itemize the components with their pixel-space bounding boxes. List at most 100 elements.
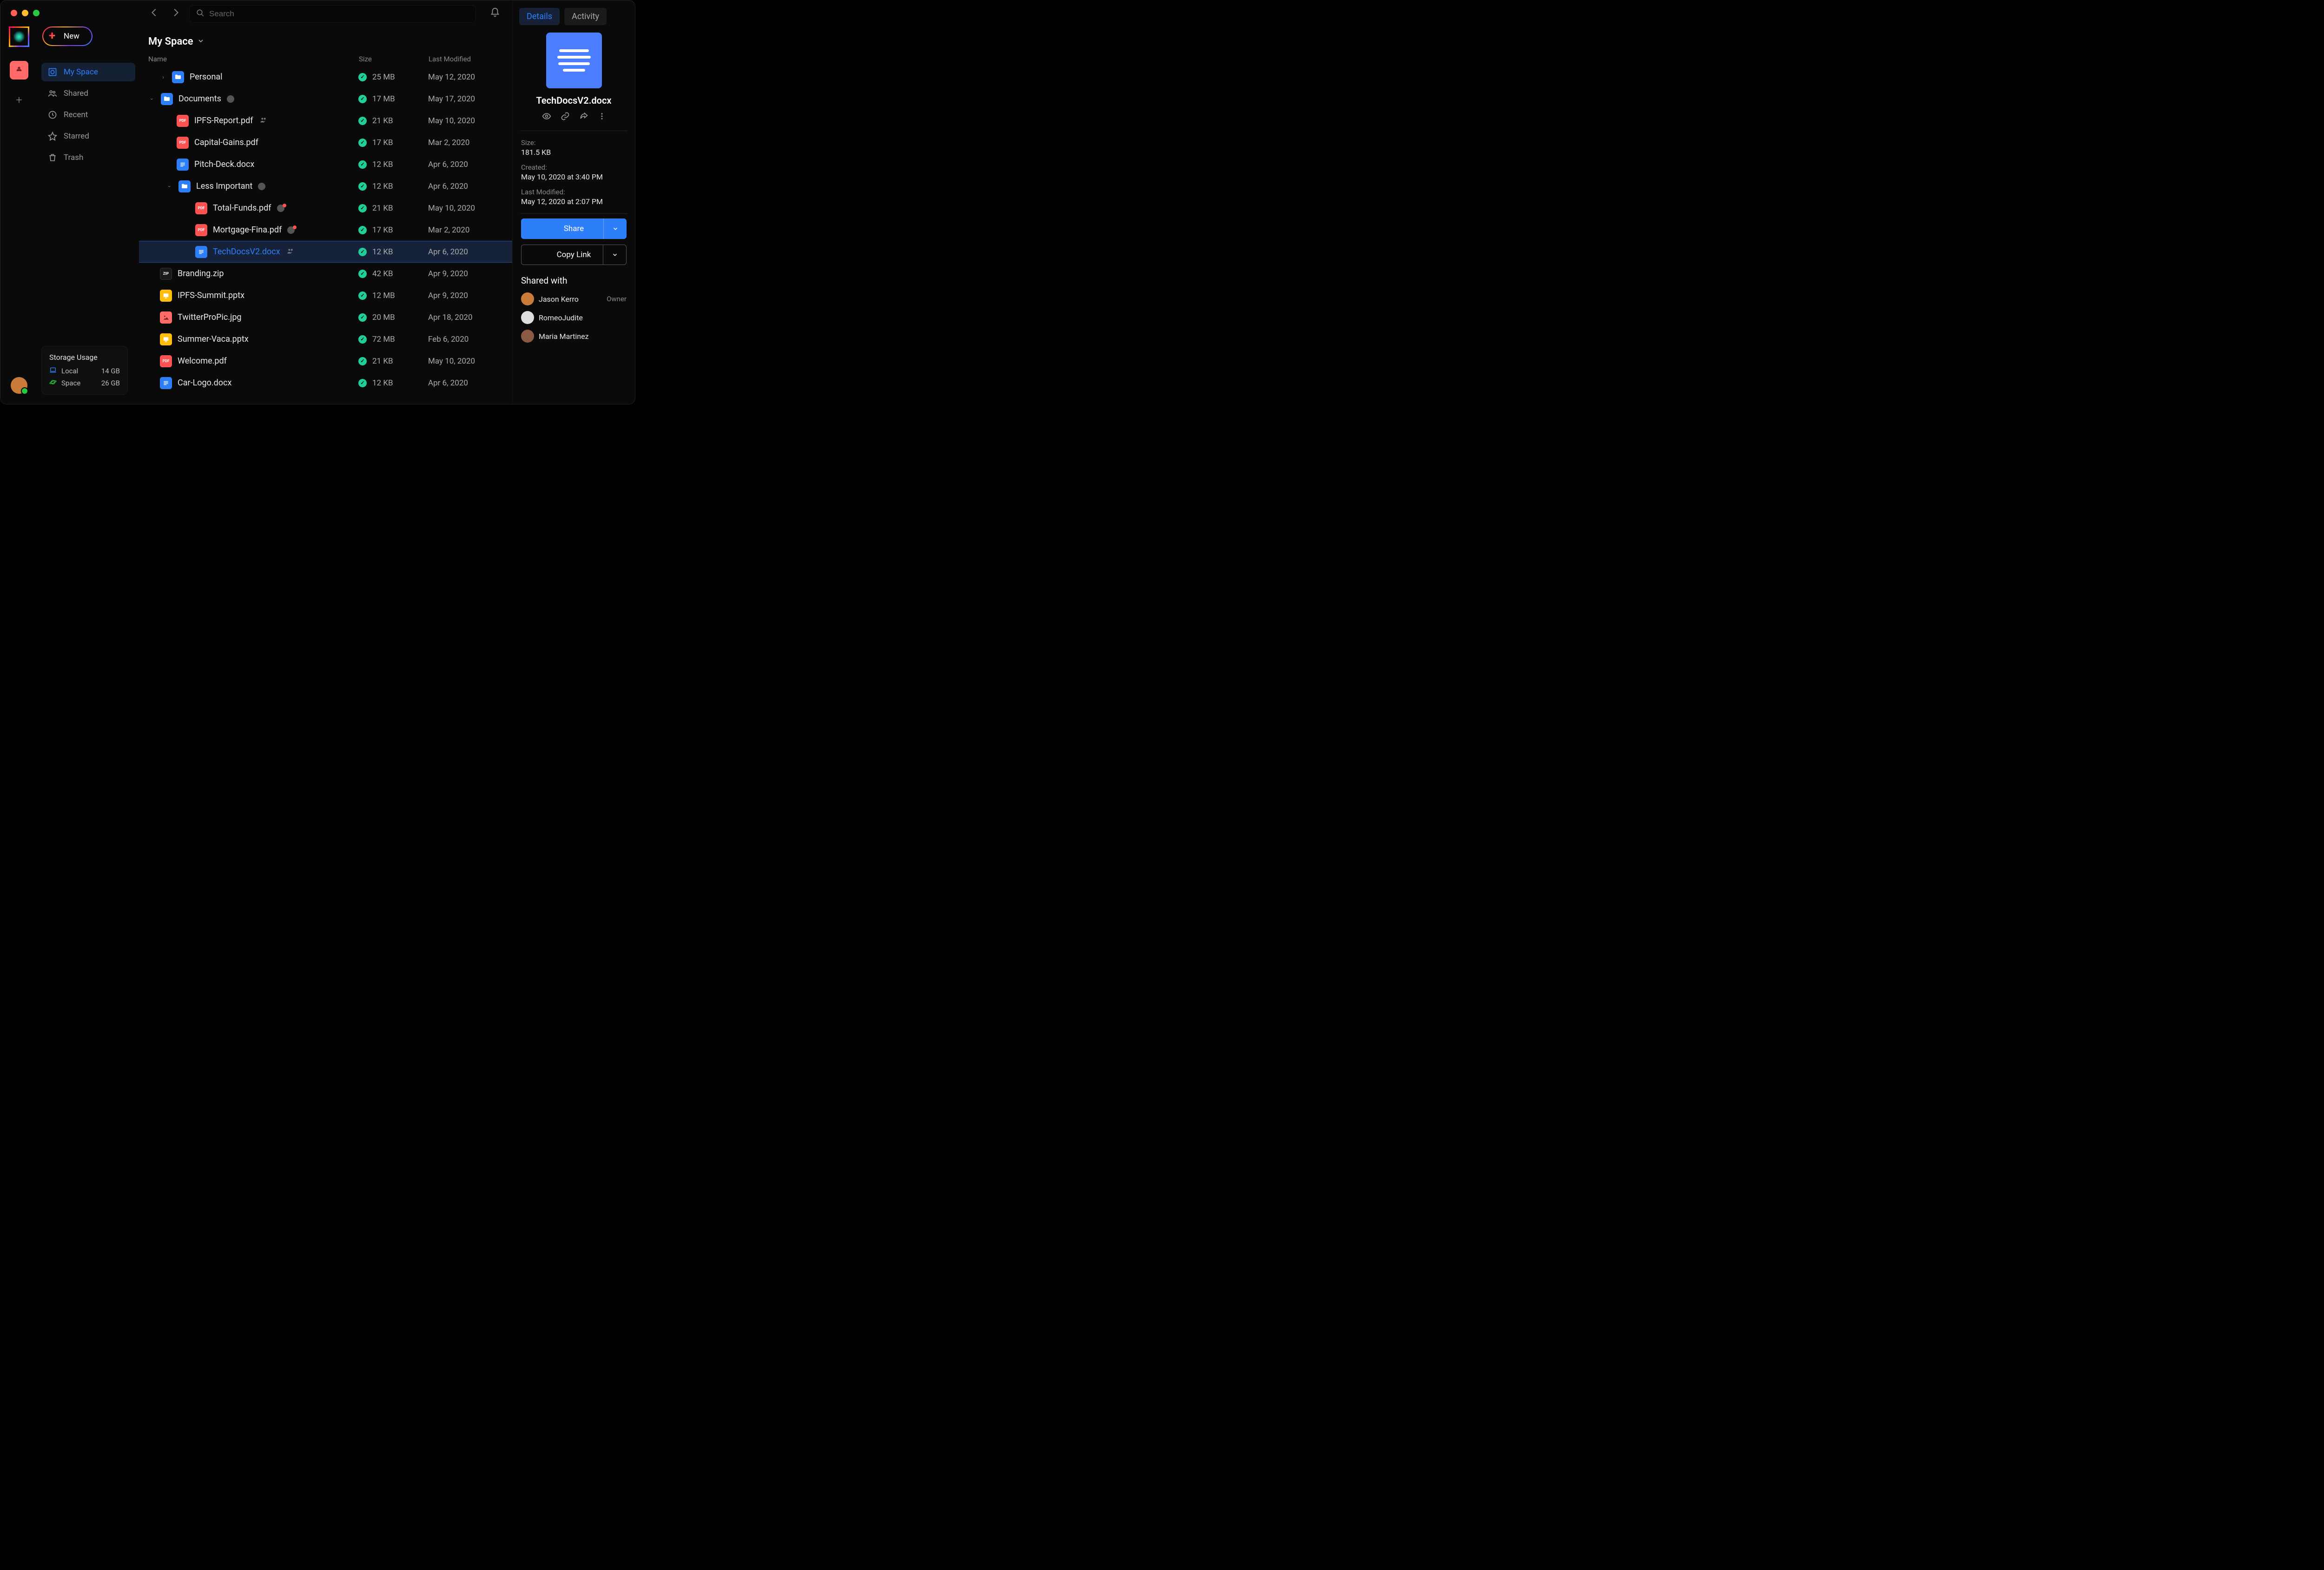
file-size: 12 KB: [372, 182, 393, 191]
share-arrow-icon[interactable]: [579, 112, 588, 123]
details-filename: TechDocsV2.docx: [519, 95, 628, 106]
search-field[interactable]: [189, 5, 476, 23]
file-row[interactable]: Summer-Vaca.pptx ✓72 MB Feb 6, 2020: [139, 328, 512, 350]
comment-unread-icon[interactable]: [277, 205, 284, 212]
new-button[interactable]: + New: [42, 26, 92, 46]
app-logo-icon: [13, 31, 25, 43]
comment-unread-icon[interactable]: [287, 226, 295, 234]
eye-icon[interactable]: [542, 112, 551, 123]
breadcrumb[interactable]: My Space: [139, 27, 512, 52]
file-row[interactable]: PDF Capital-Gains.pdf ✓17 KB Mar 2, 2020: [139, 132, 512, 153]
share-dropdown[interactable]: [603, 219, 627, 239]
details-panel: Details Activity TechDocsV2.docx Size: 1…: [512, 0, 635, 404]
file-list: › Personal ✓25 MB May 12, 2020 › Documen…: [139, 66, 512, 404]
copy-link-button[interactable]: Copy Link: [521, 245, 627, 265]
workspace-avatar[interactable]: [10, 61, 28, 79]
add-workspace-button[interactable]: +: [13, 93, 26, 106]
chevron-down-icon[interactable]: ›: [149, 96, 155, 102]
col-name[interactable]: Name: [148, 55, 359, 63]
col-modified[interactable]: Last Modified: [429, 55, 512, 63]
link-icon[interactable]: [561, 112, 570, 123]
file-row[interactable]: PDF IPFS-Report.pdf ✓21 KB May 10, 2020: [139, 110, 512, 132]
chevron-right-icon[interactable]: ›: [160, 74, 166, 80]
file-name: Total-Funds.pdf: [213, 203, 271, 213]
file-size: 21 KB: [372, 204, 393, 213]
notifications-button[interactable]: [482, 5, 508, 23]
shared-icon: [259, 116, 268, 126]
storage-space-label: Space: [61, 379, 80, 387]
modified-value: May 12, 2020 at 2:07 PM: [521, 197, 627, 206]
file-row[interactable]: › Documents ✓17 MB May 17, 2020: [139, 88, 512, 110]
file-modified: Apr 6, 2020: [428, 378, 512, 388]
file-row[interactable]: PDF Mortgage-Fina.pdf ✓17 KB Mar 2, 2020: [139, 219, 512, 241]
file-row[interactable]: PDF Welcome.pdf ✓21 KB May 10, 2020: [139, 350, 512, 372]
file-modified: Apr 18, 2020: [428, 313, 512, 322]
file-row[interactable]: TwitterProPic.jpg ✓20 MB Apr 18, 2020: [139, 306, 512, 328]
share-button[interactable]: Share: [521, 219, 627, 239]
nav-trash[interactable]: Trash: [41, 148, 135, 167]
synced-icon: ✓: [358, 182, 367, 191]
breadcrumb-title: My Space: [148, 36, 193, 47]
avatar: [521, 311, 534, 324]
file-modified: May 10, 2020: [428, 357, 512, 366]
nav-starred[interactable]: Starred: [41, 127, 135, 146]
file-modified: May 12, 2020: [428, 73, 512, 82]
file-name: Summer-Vaca.pptx: [178, 334, 249, 344]
chevron-down-icon[interactable]: ›: [166, 183, 173, 190]
file-row-selected[interactable]: TechDocsV2.docx ✓12 KB Apr 6, 2020: [139, 241, 512, 263]
file-modified: Mar 2, 2020: [428, 138, 512, 147]
nav-shared[interactable]: Shared: [41, 84, 135, 103]
file-row[interactable]: Pitch-Deck.docx ✓12 KB Apr 6, 2020: [139, 153, 512, 175]
synced-icon: ✓: [358, 226, 367, 234]
file-row[interactable]: › Less Important ✓12 KB Apr 6, 2020: [139, 175, 512, 197]
file-name: Personal: [190, 72, 223, 82]
file-modified: Mar 2, 2020: [428, 225, 512, 235]
copy-link-dropdown[interactable]: [603, 245, 626, 265]
clock-icon: [48, 110, 57, 119]
search-input[interactable]: [209, 9, 469, 19]
nav-recent[interactable]: Recent: [41, 106, 135, 124]
tab-details[interactable]: Details: [519, 8, 560, 25]
more-icon[interactable]: [598, 112, 606, 123]
copy-link-label: Copy Link: [557, 250, 591, 259]
nav-label: Shared: [64, 89, 88, 98]
comment-icon[interactable]: [258, 183, 265, 190]
forward-button[interactable]: [168, 6, 184, 22]
shared-person[interactable]: Maria Martinez: [521, 330, 627, 343]
nav-label: Starred: [64, 132, 89, 141]
file-size: 42 KB: [372, 269, 393, 278]
file-row[interactable]: IPFS-Summit.pptx ✓12 MB Apr 9, 2020: [139, 285, 512, 306]
file-row[interactable]: › Personal ✓25 MB May 12, 2020: [139, 66, 512, 88]
my-space-icon: [48, 67, 57, 77]
chevron-down-icon: [197, 36, 205, 47]
user-avatar[interactable]: [11, 377, 27, 394]
person-name: RomeoJudite: [539, 313, 622, 322]
synced-icon: ✓: [358, 160, 367, 169]
comment-icon[interactable]: [227, 95, 234, 103]
topbar: [139, 0, 512, 27]
synced-icon: ✓: [358, 379, 367, 387]
tab-activity[interactable]: Activity: [564, 8, 607, 25]
planet-icon: [49, 378, 57, 388]
shared-person[interactable]: RomeoJudite: [521, 311, 627, 324]
file-metadata: Size: 181.5 KB Created: May 10, 2020 at …: [513, 131, 635, 213]
ppt-icon: [160, 333, 172, 345]
file-row[interactable]: Car-Logo.docx ✓12 KB Apr 6, 2020: [139, 372, 512, 394]
file-size: 17 MB: [372, 94, 395, 104]
nav-my-space[interactable]: My Space: [41, 63, 135, 81]
file-size: 17 KB: [372, 138, 393, 147]
file-name: Branding.zip: [178, 269, 224, 278]
back-button[interactable]: [146, 6, 162, 22]
shared-person[interactable]: Jason Kerro Owner: [521, 292, 627, 305]
file-modified: Feb 6, 2020: [428, 335, 512, 344]
synced-icon: ✓: [358, 95, 367, 103]
col-size[interactable]: Size: [359, 55, 429, 63]
pdf-icon: PDF: [160, 355, 172, 367]
plus-icon: +: [49, 31, 59, 41]
share-button-label: Share: [564, 224, 584, 233]
pdf-icon: PDF: [195, 202, 207, 214]
file-row[interactable]: PDF Total-Funds.pdf ✓21 KB May 10, 2020: [139, 197, 512, 219]
modified-label: Last Modified:: [521, 188, 627, 196]
app-logo[interactable]: [9, 26, 29, 47]
file-row[interactable]: ZIP Branding.zip ✓42 KB Apr 9, 2020: [139, 263, 512, 285]
